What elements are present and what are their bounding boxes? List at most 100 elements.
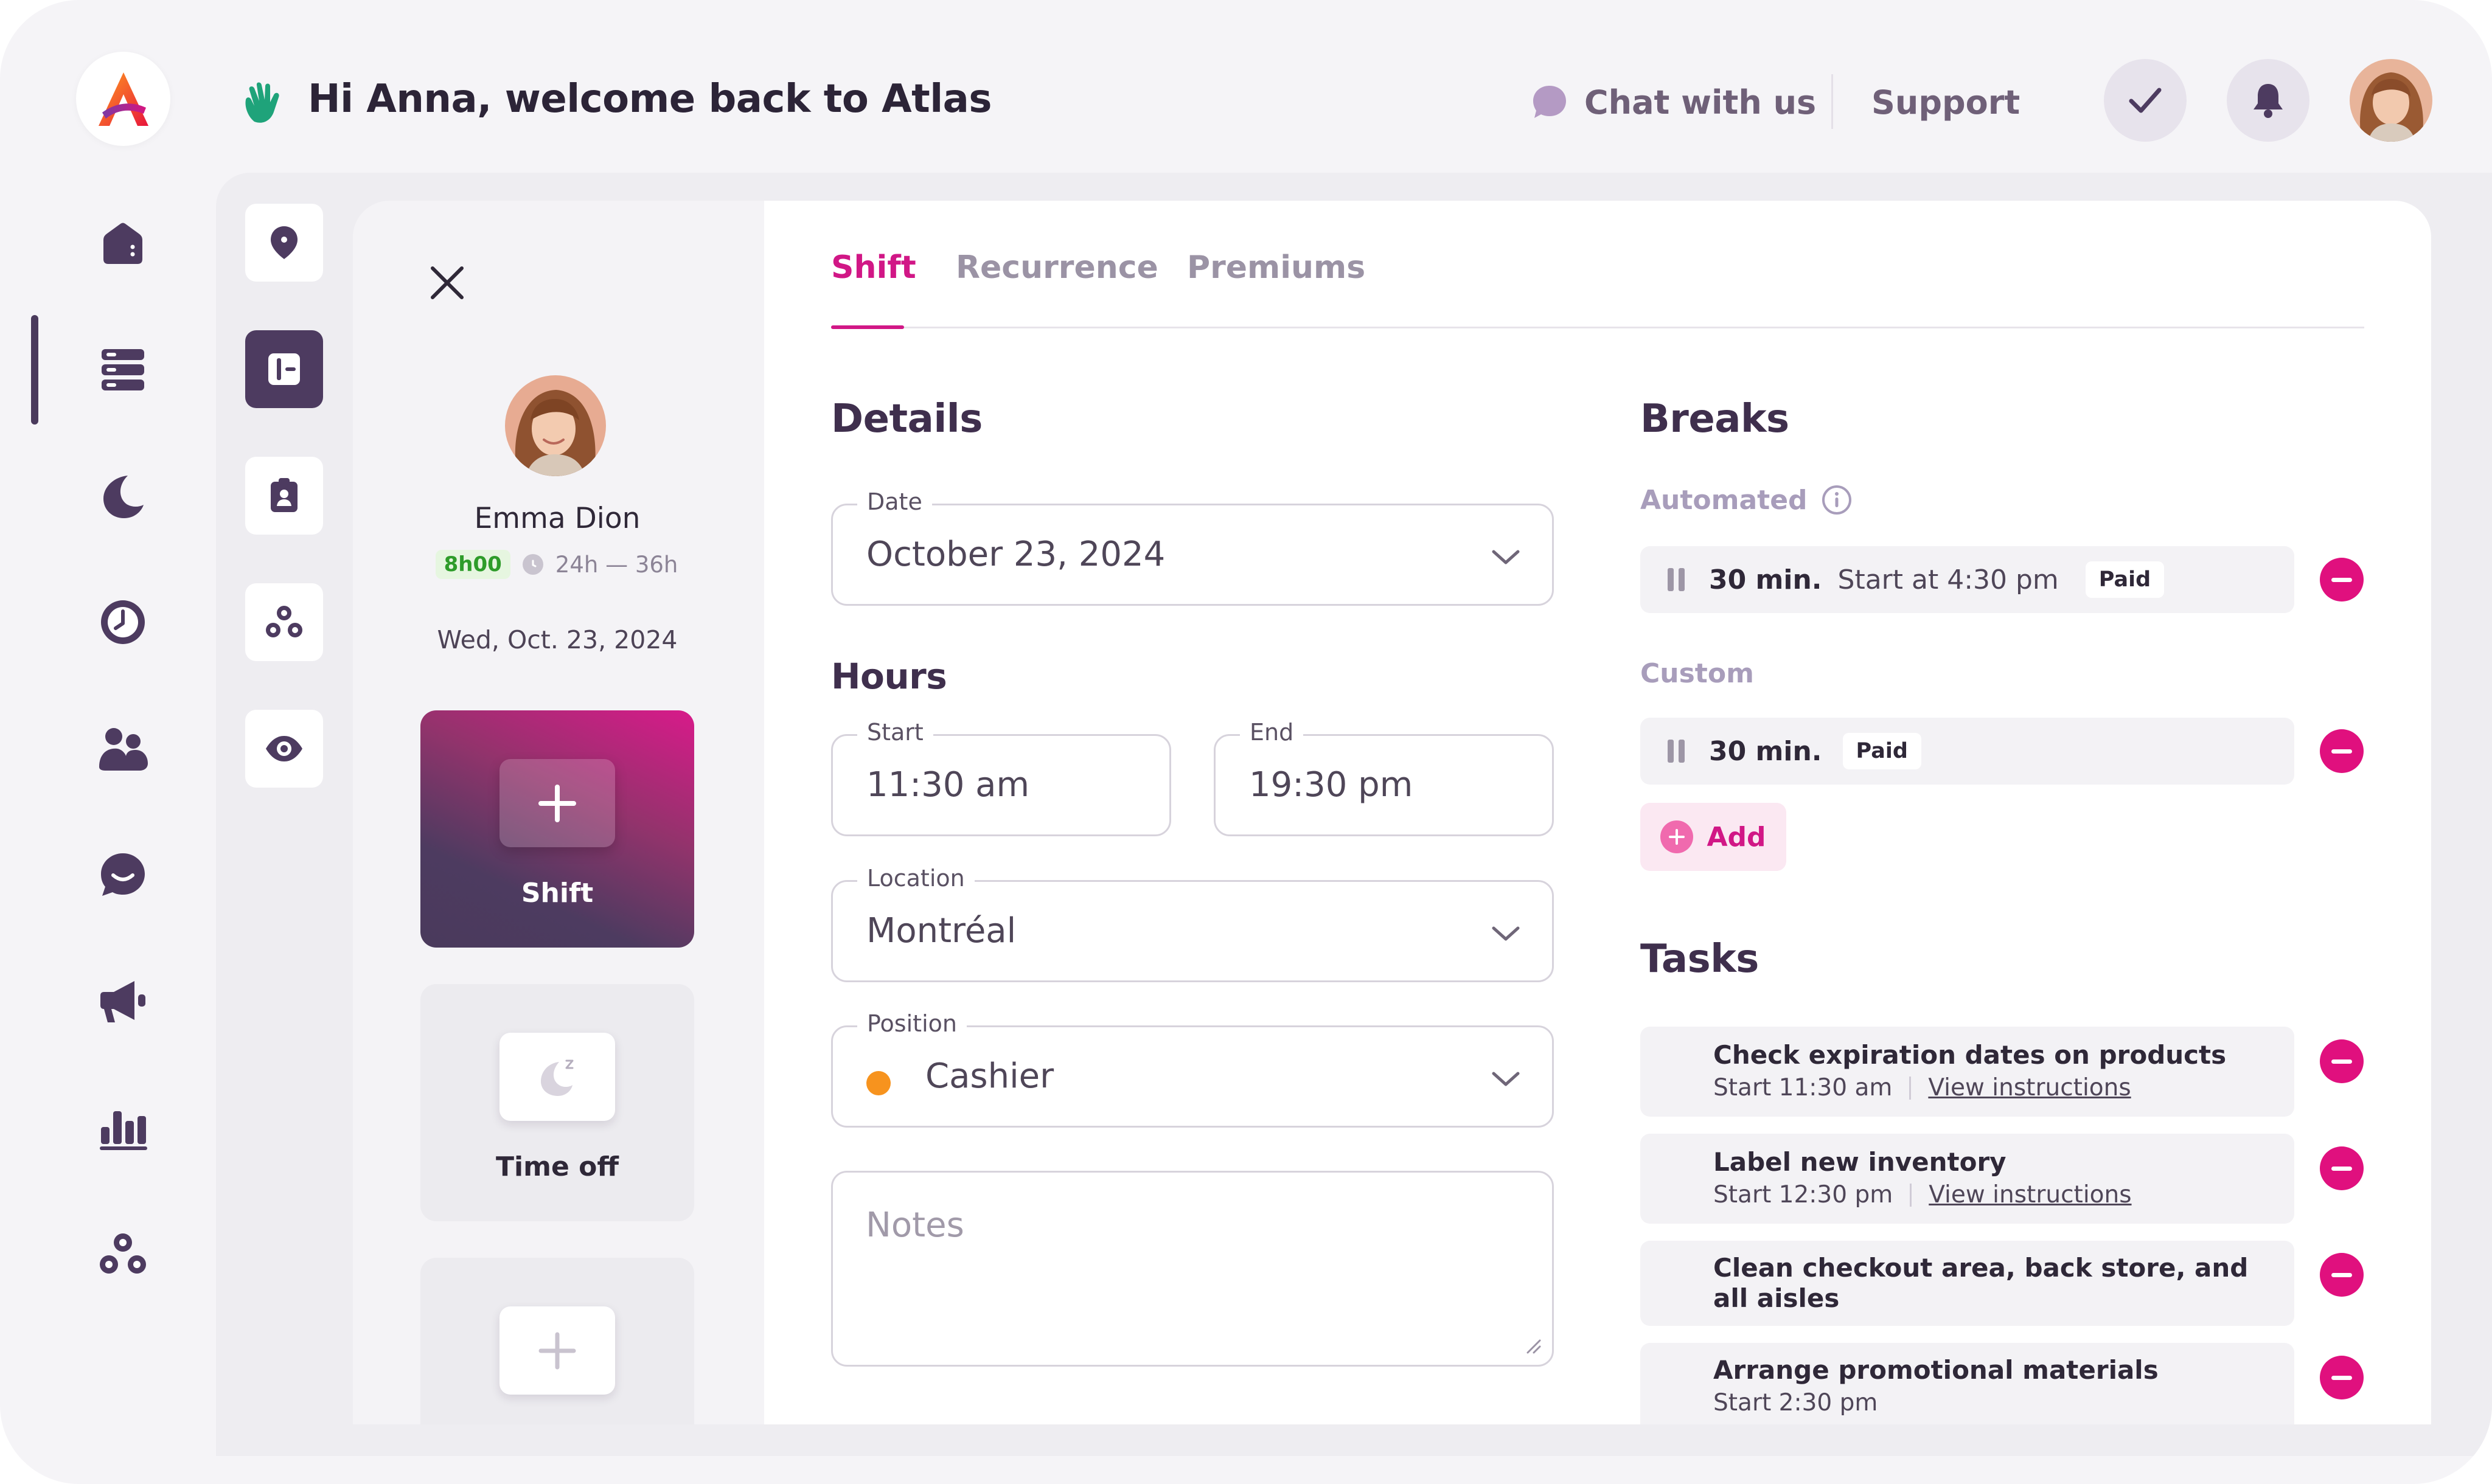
start-value: 11:30 am <box>866 765 1030 805</box>
user-avatar[interactable] <box>2350 59 2432 142</box>
task-row[interactable]: Check expiration dates on products Start… <box>1640 1027 2294 1117</box>
position-value: Cashier <box>925 1056 1054 1096</box>
clock-icon <box>101 600 145 644</box>
position-field[interactable]: Position Cashier <box>831 1010 1554 1128</box>
remove-task-button[interactable] <box>2320 1356 2364 1399</box>
groups-icon <box>266 606 302 637</box>
date-field[interactable]: Date October 23, 2024 <box>831 488 1554 606</box>
checkmark-icon <box>2129 88 2162 113</box>
people-icon <box>99 728 148 771</box>
resize-handle-icon[interactable] <box>1523 1336 1541 1354</box>
chevron-down-icon <box>1492 1072 1520 1086</box>
custom-break-row[interactable]: 30 min. Paid <box>1640 718 2294 785</box>
megaphone-icon <box>100 981 145 1022</box>
tool-badge[interactable] <box>245 457 323 535</box>
nav-messages[interactable] <box>86 839 159 912</box>
plus-circle-icon <box>1660 820 1694 853</box>
nav-schedule[interactable] <box>86 333 159 406</box>
break-start: Start at 4:30 pm <box>1837 564 2059 595</box>
time-off-tile <box>499 1033 615 1121</box>
hours-title: Hours <box>831 656 947 697</box>
end-value: 19:30 pm <box>1249 765 1413 805</box>
shift-type-shift[interactable]: Shift <box>420 710 694 948</box>
scheduled-hours-badge: 8h00 <box>435 550 510 579</box>
end-time-field[interactable]: End 19:30 pm <box>1214 719 1554 836</box>
chat-with-us-link[interactable]: Chat with us <box>1531 78 1816 127</box>
reports-icon <box>100 1111 147 1150</box>
moon-icon <box>103 476 144 518</box>
remove-task-button[interactable] <box>2320 1146 2364 1190</box>
info-icon[interactable] <box>1821 484 1853 516</box>
shift-tile <box>499 759 615 847</box>
nav-people[interactable] <box>86 712 159 785</box>
plus-icon <box>538 1332 576 1369</box>
close-icon <box>431 266 464 299</box>
view-instructions-link[interactable]: View instructions <box>1929 1181 2131 1208</box>
header-divider <box>1831 74 1833 129</box>
tasks-check-button[interactable] <box>2104 59 2187 142</box>
task-row[interactable]: Clean checkout area, back store, and all… <box>1640 1241 2294 1326</box>
notes-input[interactable] <box>865 1204 1524 1328</box>
nav-announcements[interactable] <box>86 965 159 1038</box>
shift-type-label: Shift <box>521 878 594 909</box>
nav-home[interactable] <box>86 207 159 280</box>
tool-groups[interactable] <box>245 583 323 661</box>
automated-break-row[interactable]: 30 min. Start at 4:30 pm Paid <box>1640 546 2294 613</box>
chevron-down-icon <box>1492 550 1520 564</box>
task-start: Start 11:30 am <box>1713 1074 1893 1101</box>
notifications-button[interactable] <box>2227 59 2309 142</box>
start-time-field[interactable]: Start 11:30 am <box>831 719 1171 836</box>
home-icon <box>103 223 142 264</box>
active-tab-underline <box>831 325 904 329</box>
support-link[interactable]: Support <box>1871 78 2020 127</box>
employee-avatar <box>505 375 606 476</box>
tab-recurrence[interactable]: Recurrence <box>956 249 1158 286</box>
shift-type-time-off[interactable]: Time off <box>420 984 694 1221</box>
welcome-message: Hi Anna, welcome back to Atlas <box>308 77 992 122</box>
location-label: Location <box>857 865 975 892</box>
remove-task-button[interactable] <box>2320 1253 2364 1297</box>
minus-icon <box>2331 1166 2352 1171</box>
custom-breaks-label: Custom <box>1640 658 1754 689</box>
tabs-divider <box>831 327 2364 328</box>
tab-premiums[interactable]: Premiums <box>1187 249 1365 286</box>
remove-task-button[interactable] <box>2320 1039 2364 1083</box>
bell-icon <box>2254 84 2283 118</box>
nav-time-off[interactable] <box>86 460 159 533</box>
task-title: Clean checkout area, back store, and all… <box>1713 1253 2249 1313</box>
tool-visibility[interactable] <box>245 710 323 788</box>
chat-bubble-icon <box>1533 86 1566 118</box>
time-off-label: Time off <box>496 1151 619 1182</box>
custom-label: Custom <box>1640 658 1754 689</box>
task-row[interactable]: Arrange promotional materials Start 2:30… <box>1640 1343 2294 1424</box>
view-instructions-link[interactable]: View instructions <box>1928 1074 2131 1101</box>
tab-shift[interactable]: Shift <box>831 249 916 286</box>
tool-layout[interactable] <box>245 330 323 408</box>
groups-icon <box>100 1233 146 1274</box>
atlas-logo[interactable] <box>76 52 170 146</box>
task-start: Start 2:30 pm <box>1713 1389 1878 1416</box>
tool-location[interactable] <box>245 204 323 282</box>
nav-groups[interactable] <box>86 1218 159 1291</box>
moon-icon <box>541 1059 574 1096</box>
location-field[interactable]: Location Montréal <box>831 865 1554 982</box>
remove-automated-break-button[interactable] <box>2320 558 2364 602</box>
close-button[interactable] <box>420 255 475 310</box>
employee-hours: 8h00 24h — 36h <box>424 549 689 580</box>
remove-custom-break-button[interactable] <box>2320 729 2364 773</box>
automated-breaks-label: Automated <box>1640 484 1853 516</box>
badge-icon <box>271 478 298 512</box>
nav-reports[interactable] <box>86 1092 159 1165</box>
task-row[interactable]: Label new inventory Start 12:30 pm View … <box>1640 1134 2294 1224</box>
chat-label: Chat with us <box>1584 83 1817 122</box>
notes-field[interactable] <box>831 1171 1554 1367</box>
break-duration: 30 min. <box>1709 564 1822 595</box>
meta-divider <box>1910 1183 1912 1207</box>
minus-icon <box>2331 1375 2352 1380</box>
paid-badge: Paid <box>2085 561 2165 598</box>
employee-name: Emma Dion <box>474 502 641 535</box>
shift-type-other[interactable] <box>420 1258 694 1424</box>
location-value: Montréal <box>866 911 1017 951</box>
nav-time-tracking[interactable] <box>86 586 159 659</box>
add-break-button[interactable]: Add <box>1640 803 1786 871</box>
